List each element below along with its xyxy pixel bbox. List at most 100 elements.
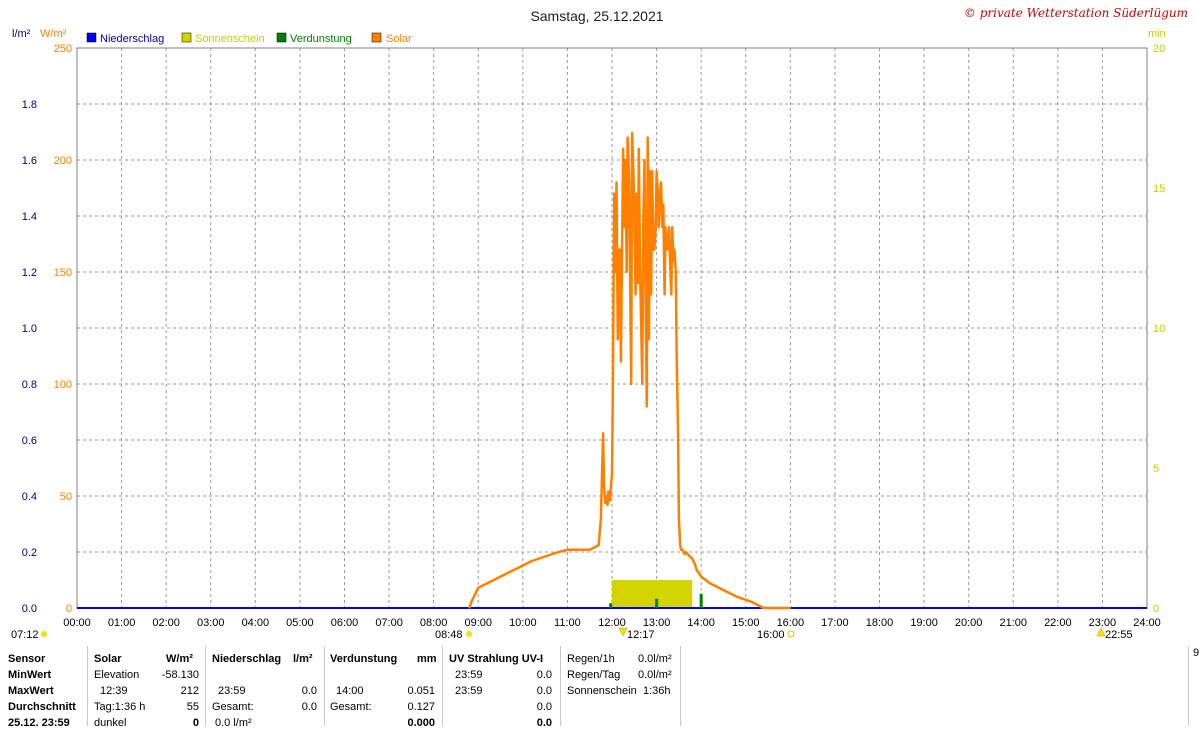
- minutes-axis-ticks: 0 5 10 15 20: [1153, 43, 1165, 615]
- solar-point: [693, 562, 696, 564]
- column-divider: [560, 646, 561, 726]
- sensor-header: Sensor: [8, 653, 46, 665]
- time-axis-ticks: 00:00 01:00 02:00 03:00 04:00 05:00 06:00 07:00…: [63, 617, 1161, 629]
- legend-label-niederschlag: Niederschlag: [100, 33, 164, 45]
- column-divider: [205, 646, 206, 726]
- legend: Niederschlag Sonnenschein Verdunstung So…: [86, 32, 412, 45]
- solar-point: [604, 501, 607, 504]
- solar-min-label: Elevation: [94, 669, 140, 681]
- solar-point: [615, 181, 618, 184]
- solar-axis-ticks: 0 50 100 150 200 250: [54, 43, 72, 615]
- solar-point: [637, 148, 640, 150]
- solar-now-value: 0: [192, 717, 199, 729]
- column-divider: [324, 646, 325, 726]
- solar-axis-tick-label: 250: [54, 43, 72, 55]
- solar-point: [606, 504, 609, 506]
- time-axis-tick-label: 03:00: [197, 617, 225, 629]
- solar-unit-header: W/m²: [166, 653, 193, 665]
- solar-point: [588, 548, 591, 551]
- solar-point: [776, 607, 778, 609]
- rain-axis-tick-label: 1.2: [22, 267, 37, 279]
- solar-point: [700, 575, 702, 578]
- solar-point: [681, 548, 684, 551]
- sunshine-bar: [612, 580, 693, 608]
- rain-axis-ticks: 0.0 0.2 0.4 0.6 0.8 1.0 1.2 1.4 1.6 1.8: [22, 99, 37, 615]
- solar-point: [661, 226, 664, 228]
- minutes-axis-tick-label: 0: [1153, 603, 1159, 615]
- solar-point: [650, 293, 653, 296]
- solar-point: [600, 517, 602, 520]
- rain-header: Niederschlag: [212, 653, 282, 665]
- solar-point: [490, 580, 493, 582]
- rain-axis-tick-label: 0.6: [22, 435, 37, 447]
- solar-point: [602, 432, 604, 435]
- solar-point: [691, 557, 694, 560]
- time-axis-tick-label: 07:00: [375, 617, 403, 629]
- time-axis-tick-label: 18:00: [866, 617, 894, 629]
- solar-point: [557, 551, 560, 553]
- row-label-now: 25.12. 23:59: [8, 717, 70, 729]
- time-axis-tick-label: 20:00: [955, 617, 983, 629]
- solar-point: [683, 553, 686, 556]
- solar-point: [619, 248, 621, 251]
- solar-point: [709, 582, 711, 585]
- time-axis-tick-label: 14:00: [687, 617, 715, 629]
- evap-max-time: 14:00: [336, 685, 364, 697]
- solar-point: [646, 136, 649, 139]
- light-end-icon: [787, 630, 795, 638]
- solar-point: [614, 271, 617, 273]
- chart-marks: [77, 131, 1147, 610]
- time-axis-tick-label: 04:00: [242, 617, 270, 629]
- solar-point: [645, 405, 648, 408]
- solar-point: [684, 551, 687, 553]
- legend-label-verdunstung: Verdunstung: [290, 33, 352, 45]
- uv-max-time: 23:59: [455, 685, 483, 697]
- time-axis-tick-label: 05:00: [286, 617, 314, 629]
- solar-point: [607, 490, 610, 493]
- rain-max-time: 23:59: [218, 685, 246, 697]
- solar-point: [655, 170, 658, 172]
- legend-swatch-sonnenschein: [181, 32, 192, 43]
- solar-point: [637, 282, 639, 285]
- column-divider: [87, 646, 88, 726]
- solar-point: [663, 293, 666, 296]
- chart-grid: [77, 48, 1147, 608]
- sunrise-time: 07:12: [11, 629, 39, 640]
- solar-point: [677, 428, 679, 430]
- time-axis-tick-label: 19:00: [910, 617, 938, 629]
- solar-point: [664, 226, 667, 228]
- evap-header: Verdunstung: [330, 653, 398, 665]
- column-divider: [680, 646, 681, 726]
- solar-point: [686, 553, 689, 556]
- solar-point: [642, 226, 645, 228]
- time-axis-tick-label: 12:00: [598, 617, 626, 629]
- sunrise-icon: [41, 631, 47, 637]
- solar-point: [608, 499, 611, 502]
- solar-point: [659, 192, 661, 195]
- rain-1h-value: 0.0l/m²: [638, 653, 672, 665]
- solar-point: [669, 260, 671, 262]
- legend-swatch-solar: [371, 32, 382, 43]
- uv-min-time: 23:59: [455, 669, 483, 681]
- time-axis-tick-label: 06:00: [331, 617, 359, 629]
- solar-axis-tick-label: 150: [54, 267, 72, 279]
- rain-day-label: Regen/Tag: [567, 669, 621, 681]
- solar-point: [605, 495, 608, 497]
- minutes-axis-tick-label: 10: [1153, 323, 1165, 335]
- light-start-time: 08:48: [435, 629, 463, 640]
- solar-point: [640, 316, 642, 318]
- rain-now-value: 0.0 l/m²: [215, 717, 252, 729]
- rain-unit-header: l/m²: [293, 653, 313, 665]
- uv-header: UV Strahlung UV-I: [449, 653, 544, 665]
- solar-point: [651, 170, 653, 172]
- column-divider: [442, 646, 443, 726]
- solar-header: Solar: [94, 653, 122, 665]
- solar-avg-value: 55: [186, 701, 199, 713]
- rain-total-value: 0.0: [301, 701, 317, 713]
- rain-axis-tick-label: 1.6: [22, 155, 37, 167]
- solar-point: [689, 555, 691, 558]
- solar-point: [616, 338, 619, 341]
- solar-point: [789, 607, 792, 609]
- solar-point: [657, 192, 659, 195]
- solar-unit-label: W/m²: [40, 28, 67, 40]
